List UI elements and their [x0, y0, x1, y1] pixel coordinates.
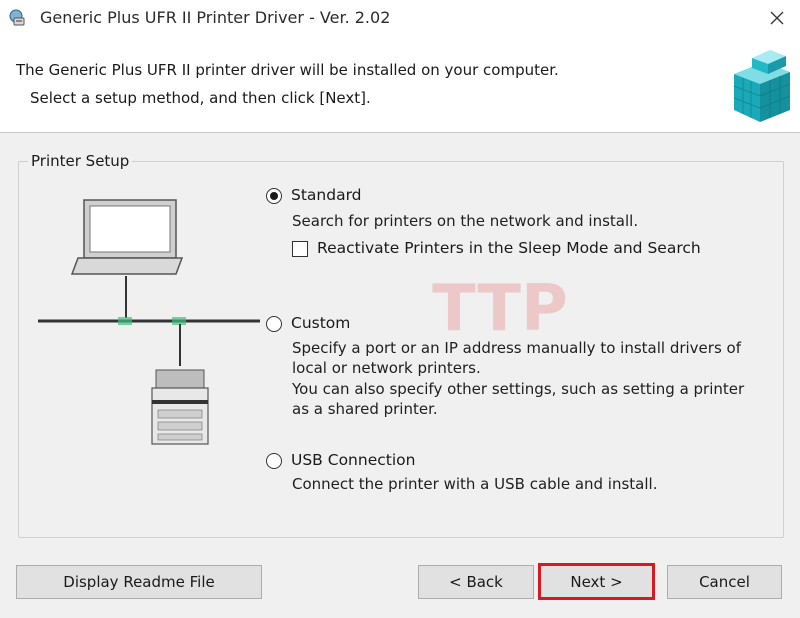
cube-stack-logo	[733, 50, 791, 122]
custom-description-line: Specify a port or an IP address manually…	[292, 339, 741, 357]
custom-description-line: You can also specify other settings, suc…	[292, 380, 745, 398]
usb-label: USB Connection	[291, 451, 416, 469]
standard-label: Standard	[291, 186, 362, 204]
close-button[interactable]	[754, 0, 800, 36]
custom-radio[interactable]	[266, 316, 282, 332]
usb-radio[interactable]	[266, 453, 282, 469]
ttp-watermark: TTP	[432, 272, 568, 342]
header-instruction-line2: Select a setup method, and then click [N…	[30, 89, 371, 107]
printer-icon	[151, 369, 209, 445]
header-instruction-line1: The Generic Plus UFR II printer driver w…	[16, 61, 559, 79]
sleep-mode-label: Reactivate Printers in the Sleep Mode an…	[317, 239, 701, 257]
usb-description: Connect the printer with a USB cable and…	[292, 475, 658, 493]
cancel-button[interactable]: Cancel	[667, 565, 782, 599]
printer-setup-icon	[9, 9, 25, 26]
sleep-mode-checkbox[interactable]	[292, 241, 308, 257]
custom-description-line: local or network printers.	[292, 359, 481, 377]
standard-description: Search for printers on the network and i…	[292, 212, 639, 230]
laptop-icon	[70, 199, 184, 275]
network-illustration	[38, 199, 260, 445]
title-bar: Generic Plus UFR II Printer Driver - Ver…	[0, 0, 800, 36]
custom-description-line: as a shared printer.	[292, 400, 438, 418]
standard-radio[interactable]	[266, 188, 282, 204]
display-readme-button[interactable]: Display Readme File	[16, 565, 262, 599]
back-button[interactable]: < Back	[418, 565, 534, 599]
next-button[interactable]: Next >	[538, 563, 655, 600]
group-label: Printer Setup	[28, 152, 133, 170]
watermark-text: TTP	[432, 272, 568, 342]
window-title: Generic Plus UFR II Printer Driver - Ver…	[40, 8, 391, 27]
custom-label: Custom	[291, 314, 351, 332]
header-panel: The Generic Plus UFR II printer driver w…	[0, 36, 800, 133]
close-icon	[770, 11, 784, 25]
